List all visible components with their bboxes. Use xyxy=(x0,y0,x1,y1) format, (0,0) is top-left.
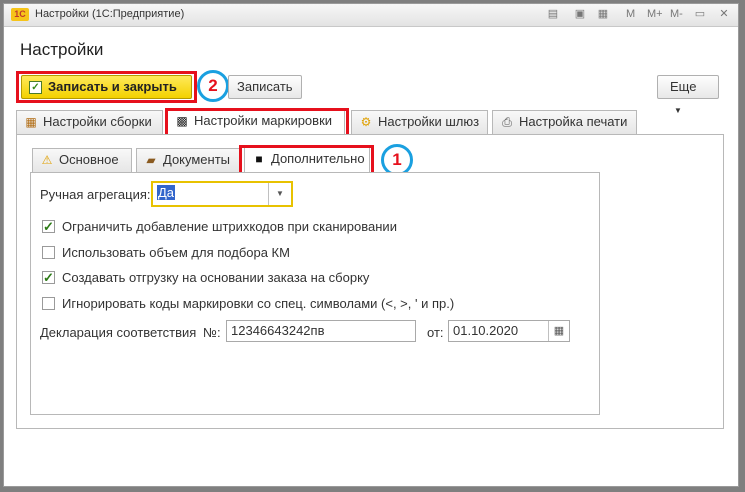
checkbox-use-volume-label: Использовать объем для подбора КМ xyxy=(62,245,290,260)
minimize-icon[interactable]: ▭ xyxy=(693,8,707,21)
checkbox-ignore-codes[interactable] xyxy=(42,297,55,310)
page-title: Настройки xyxy=(20,40,104,59)
title-bar: 1С Настройки (1С:Предприятие) ▤ ▣ ▦ M M+… xyxy=(4,4,738,27)
memory-plus-button[interactable]: M+ xyxy=(647,8,663,20)
declaration-label: Декларация соответствия xyxy=(40,325,197,340)
tab-label: Настройки шлюз xyxy=(378,114,480,129)
chevron-down-icon[interactable]: ▼ xyxy=(268,183,291,205)
memory-m-button[interactable]: M xyxy=(626,8,635,20)
checkbox-limit-barcodes-label: Ограничить добавление штрихкодов при ска… xyxy=(62,219,397,234)
tab-label: Настройка печати xyxy=(519,114,628,129)
gateway-icon: ⚙ xyxy=(360,115,372,129)
checkmark-icon: ✓ xyxy=(29,81,42,94)
calendar-icon[interactable]: ▦ xyxy=(596,8,610,21)
warning-icon: ⚠ xyxy=(41,153,53,167)
save-button[interactable]: Записать xyxy=(228,75,302,99)
checkbox-create-shipment-label: Создавать отгрузку на основании заказа н… xyxy=(62,270,370,285)
checkbox-create-shipment[interactable]: ✓ xyxy=(42,271,55,284)
printer-icon: ⎙ xyxy=(502,115,512,129)
calendar-icon[interactable]: ▦ xyxy=(548,321,569,341)
qr-code-icon: ▩ xyxy=(176,114,188,128)
close-icon[interactable]: ✕ xyxy=(717,8,731,21)
memory-minus-button[interactable]: M- xyxy=(670,8,683,20)
print-icon[interactable]: ▤ xyxy=(546,8,560,21)
manual-aggregation-select[interactable]: Да ▼ xyxy=(151,181,293,207)
checkbox-ignore-codes-label: Игнорировать коды маркировки со спец. си… xyxy=(62,296,455,311)
date-label: от: xyxy=(427,325,444,340)
checkbox-use-volume[interactable] xyxy=(42,246,55,259)
window-title: Настройки (1С:Предприятие) xyxy=(35,8,185,20)
more-button[interactable]: Еще ▼ xyxy=(657,75,719,115)
tab-marking-settings[interactable]: ▩ Настройки маркировки xyxy=(167,109,345,135)
subtab-label: Документы xyxy=(163,152,231,167)
subtab-documents[interactable]: ▰ Документы xyxy=(136,148,240,172)
subtab-label: Основное xyxy=(59,152,119,167)
callout-2: 2 xyxy=(197,70,229,102)
declaration-date-input[interactable]: 01.10.2020 ▦ xyxy=(448,320,570,342)
tab-label: Настройки сборки xyxy=(43,114,152,129)
app-window: 1С Настройки (1С:Предприятие) ▤ ▣ ▦ M M+… xyxy=(3,3,739,487)
tab-gateway-settings[interactable]: ⚙ Настройки шлюз xyxy=(351,110,488,134)
assembly-icon: ▦ xyxy=(25,115,37,129)
tab-print-settings[interactable]: ⎙ Настройка печати xyxy=(492,110,637,134)
chat-icon: ■ xyxy=(255,152,263,166)
checkbox-limit-barcodes[interactable]: ✓ xyxy=(42,220,55,233)
save-icon[interactable]: ▣ xyxy=(573,8,587,21)
subtab-main[interactable]: ⚠ Основное xyxy=(32,148,132,172)
subtab-label: Дополнительно xyxy=(271,151,365,166)
app-logo: 1С xyxy=(11,8,29,21)
tab-assembly-settings[interactable]: ▦ Настройки сборки xyxy=(16,110,163,134)
additional-panel xyxy=(30,172,600,415)
manual-aggregation-label: Ручная агрегация: xyxy=(40,187,151,202)
declaration-number-input[interactable]: 12346643242пв xyxy=(226,320,416,342)
tab-label: Настройки маркировки xyxy=(194,113,333,128)
manual-aggregation-value: Да xyxy=(157,185,176,200)
more-label: Еще xyxy=(670,79,697,94)
chevron-down-icon: ▼ xyxy=(674,106,682,115)
declaration-date-value: 01.10.2020 xyxy=(453,323,519,338)
save-and-close-label: Записать и закрыть xyxy=(48,79,177,94)
number-label: №: xyxy=(203,325,221,340)
subtab-additional[interactable]: ■ Дополнительно xyxy=(244,147,370,173)
save-and-close-button[interactable]: ✓ Записать и закрыть xyxy=(21,75,192,99)
briefcase-icon: ▰ xyxy=(146,153,156,167)
